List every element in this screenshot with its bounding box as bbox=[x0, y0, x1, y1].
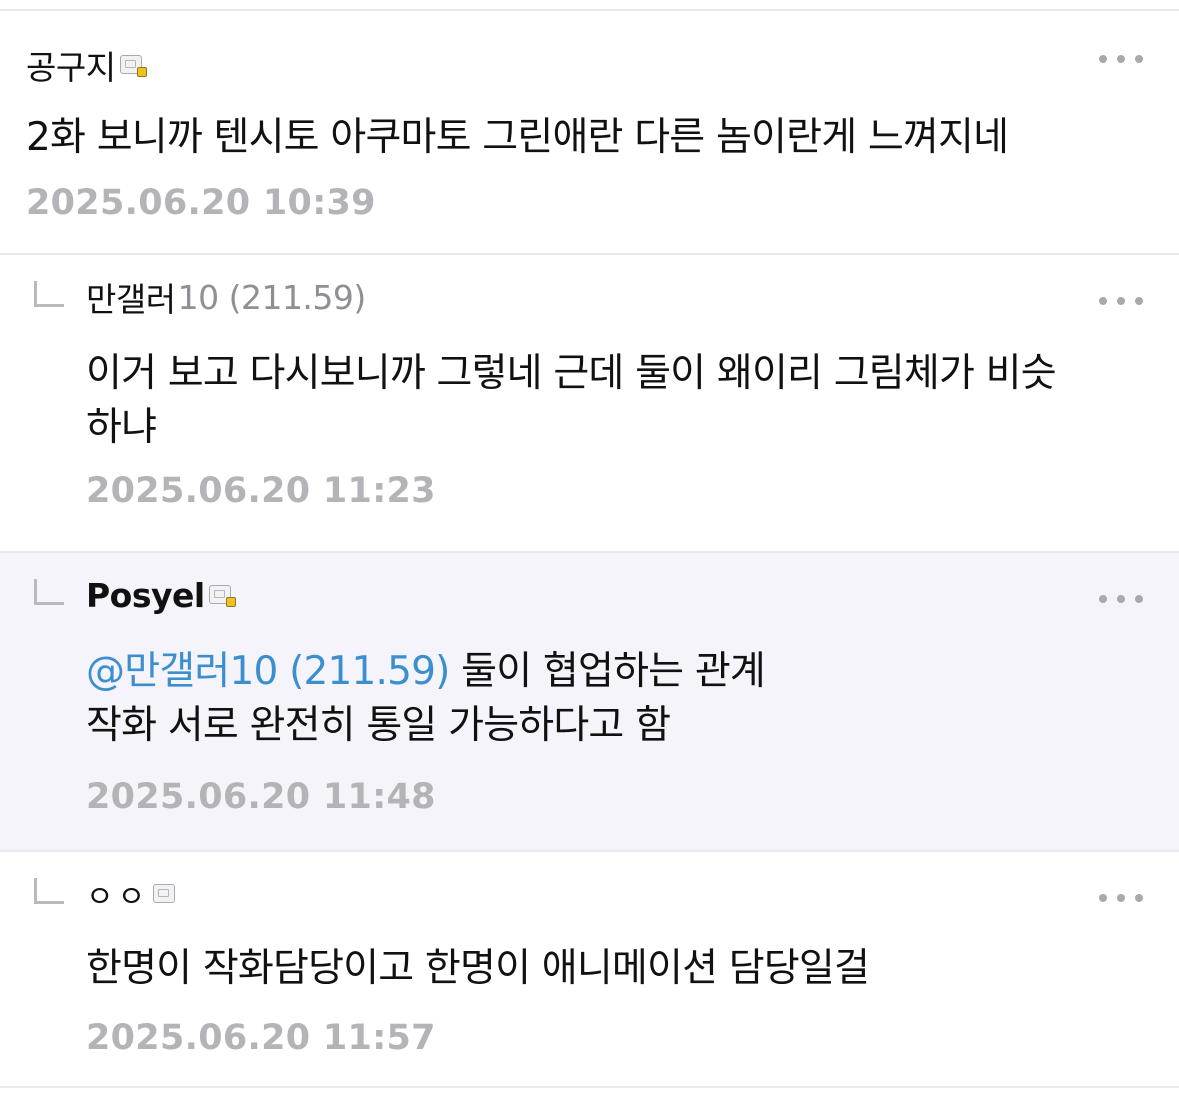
comment-body-line: 둘이 협업하는 관계 bbox=[449, 649, 766, 694]
mention-link[interactable]: @만갤러10 (211.59) bbox=[86, 649, 450, 694]
comment-author-name[interactable]: Posyel bbox=[86, 576, 205, 615]
member-badge-icon bbox=[153, 882, 181, 906]
comment-author-name[interactable]: ㅇㅇ bbox=[86, 872, 149, 916]
reply-item: ㅇㅇ 한명이 작화담당이고 한명이 애니메이션 담당일걸 2025.06.20 … bbox=[0, 852, 1179, 1088]
comment-author-name[interactable]: 만갤러 bbox=[86, 273, 176, 321]
comment-timestamp: 2025.06.20 11:23 bbox=[86, 471, 436, 511]
more-options-icon[interactable] bbox=[1099, 295, 1143, 307]
member-badge-icon bbox=[119, 53, 148, 77]
reply-item: 만갤러 10 (211.59) 이거 보고 다시보니까 그렇네 근데 둘이 왜이… bbox=[0, 255, 1179, 553]
comment-author-name[interactable]: 공구지 bbox=[26, 41, 116, 89]
comment-body: 한명이 작화담당이고 한명이 애니메이션 담당일걸 bbox=[86, 946, 870, 991]
reply-item: Posyel @만갤러10 (211.59) 둘이 협업하는 관계 작화 서로 … bbox=[0, 553, 1179, 852]
reply-arrow-icon bbox=[34, 281, 64, 307]
comment-body-line: 하냐 bbox=[86, 405, 157, 450]
comment-author-ip: 10 (211.59) bbox=[177, 277, 367, 317]
comment-timestamp: 2025.06.20 11:48 bbox=[86, 777, 436, 817]
member-badge-icon bbox=[208, 583, 237, 607]
more-options-icon[interactable] bbox=[1099, 593, 1143, 605]
more-options-icon[interactable] bbox=[1099, 53, 1143, 65]
comment-timestamp: 2025.06.20 11:57 bbox=[86, 1018, 436, 1058]
comment-body-line: 작화 서로 완전히 통일 가능하다고 함 bbox=[86, 703, 671, 748]
comment-author-row: ㅇㅇ bbox=[86, 872, 181, 916]
comment-item: 공구지 2화 보니까 텐시토 아쿠마토 그린애란 다른 놈이란게 느껴지네 20… bbox=[0, 11, 1179, 255]
more-options-icon[interactable] bbox=[1099, 892, 1143, 904]
comment-body: 이거 보고 다시보니까 그렇네 근데 둘이 왜이리 그림체가 비슷 하냐 bbox=[86, 347, 1156, 455]
comment-body-line: 이거 보고 다시보니까 그렇네 근데 둘이 왜이리 그림체가 비슷 bbox=[86, 351, 1057, 396]
reply-arrow-icon bbox=[34, 579, 64, 605]
comment-list: 공구지 2화 보니까 텐시토 아쿠마토 그린애란 다른 놈이란게 느껴지네 20… bbox=[0, 9, 1179, 1088]
comment-timestamp: 2025.06.20 10:39 bbox=[26, 183, 376, 223]
reply-arrow-icon bbox=[34, 878, 64, 904]
comment-author-row: 공구지 bbox=[26, 45, 148, 87]
comment-author-row: 만갤러 10 (211.59) bbox=[86, 277, 367, 320]
comment-author-row: Posyel bbox=[86, 575, 237, 615]
comment-body: 2화 보니까 텐시토 아쿠마토 그린애란 다른 놈이란게 느껴지네 bbox=[26, 115, 1009, 160]
comment-body: @만갤러10 (211.59) 둘이 협업하는 관계 작화 서로 완전히 통일 … bbox=[86, 645, 1156, 753]
